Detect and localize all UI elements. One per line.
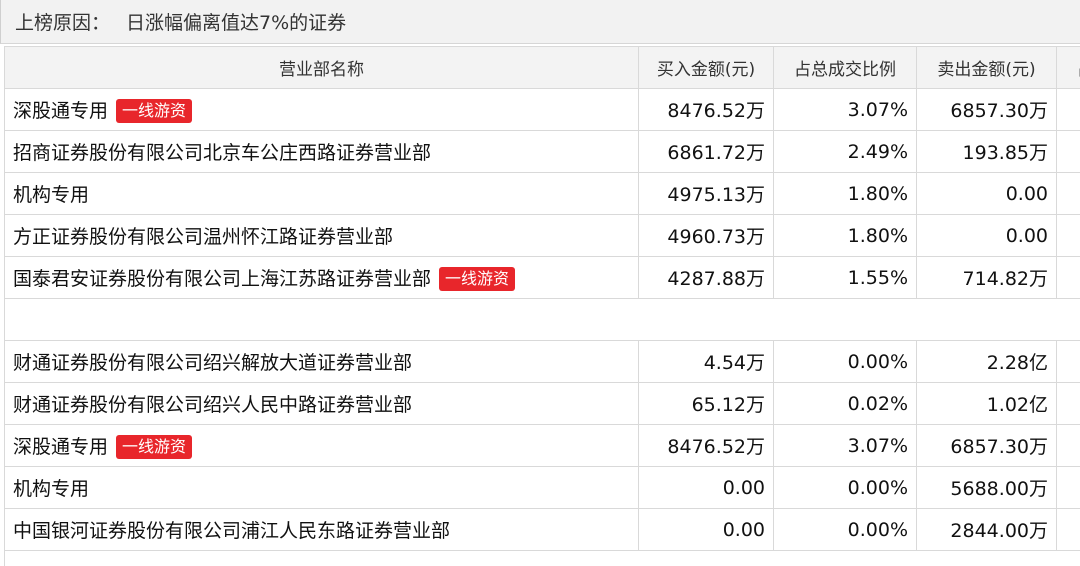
sell-ratio-cell (1056, 172, 1080, 215)
buy-amount-cell: 4287.88万 (638, 256, 774, 299)
table-row[interactable]: 深股通专用 一线游资 8476.52万 3.07% 6857.30万 (4, 88, 1080, 131)
buy-amount-cell: 0.00 (638, 466, 774, 509)
brokerage-name-cell[interactable]: 方正证券股份有限公司温州怀江路证券营业部 (4, 214, 639, 257)
brokerage-name-cell[interactable]: 深股通专用 一线游资 (4, 88, 639, 131)
buy-amount-cell: 8476.52万 (638, 424, 774, 467)
buy-ratio-cell: 0.00% (773, 340, 917, 383)
sell-ratio-cell (1056, 424, 1080, 467)
brokerage-name-cell[interactable]: 中国银河证券股份有限公司浦江人民东路证券营业部 (4, 508, 639, 551)
seat-list-page: 上榜原因： 日涨幅偏离值达7%的证券 营业部名称 买入金额(元) 占总成交比例 … (0, 0, 1080, 566)
buy-ratio-cell: 0.00% (773, 466, 917, 509)
section-spacer (4, 298, 1080, 341)
table-header-row: 营业部名称 买入金额(元) 占总成交比例 卖出金额(元) 占 (4, 46, 1080, 89)
buy-amount-cell: 65.12万 (638, 382, 774, 425)
buy-ratio-cell: 3.07% (773, 88, 917, 131)
brokerage-name-cell[interactable]: 财通证券股份有限公司绍兴人民中路证券营业部 (4, 382, 639, 425)
sell-ratio-cell (1056, 88, 1080, 131)
hot-money-tag: 一线游资 (116, 99, 193, 123)
reason-value: 日涨幅偏离值达7%的证券 (126, 12, 347, 34)
table-row[interactable]: 方正证券股份有限公司温州怀江路证券营业部 4960.73万 1.80% 0.00 (4, 214, 1080, 257)
sell-amount-cell: 0.00 (916, 214, 1057, 257)
sell-ratio-cell (1056, 382, 1080, 425)
sell-ratio-cell (1056, 130, 1080, 173)
sell-amount-cell: 6857.30万 (916, 88, 1057, 131)
sell-amount-cell: 714.82万 (916, 256, 1057, 299)
brokerage-name[interactable]: 中国银河证券股份有限公司浦江人民东路证券营业部 (13, 520, 450, 542)
sell-ratio-cell (1056, 256, 1080, 299)
buy-ratio-cell: 1.80% (773, 172, 917, 215)
table-row[interactable]: 机构专用 0.00 0.00% 5688.00万 (4, 466, 1080, 509)
brokerage-name-cell[interactable]: 招商证券股份有限公司北京车公庄西路证券营业部 (4, 130, 639, 173)
buy-amount-cell: 0.00 (638, 508, 774, 551)
table-left-border (4, 508, 5, 566)
table-row[interactable]: 深股通专用 一线游资 8476.52万 3.07% 6857.30万 (4, 424, 1080, 467)
brokerage-name-cell[interactable]: 国泰君安证券股份有限公司上海江苏路证券营业部 一线游资 (4, 256, 639, 299)
sell-ratio-cell (1056, 340, 1080, 383)
brokerage-name[interactable]: 深股通专用 (13, 436, 108, 458)
sell-amount-cell: 6857.30万 (916, 424, 1057, 467)
column-header-name[interactable]: 营业部名称 (4, 46, 639, 89)
table-row[interactable]: 招商证券股份有限公司北京车公庄西路证券营业部 6861.72万 2.49% 193.8… (4, 130, 1080, 173)
sell-amount-cell: 0.00 (916, 172, 1057, 215)
buy-amount-cell: 4960.73万 (638, 214, 774, 257)
brokerage-name[interactable]: 方正证券股份有限公司温州怀江路证券营业部 (13, 226, 393, 248)
sell-amount-cell: 2844.00万 (916, 508, 1057, 551)
brokerage-name[interactable]: 机构专用 (13, 478, 89, 500)
buy-ratio-cell: 1.55% (773, 256, 917, 299)
brokerage-name-cell[interactable]: 财通证券股份有限公司绍兴解放大道证券营业部 (4, 340, 639, 383)
sell-ratio-cell (1056, 466, 1080, 509)
column-header-sell[interactable]: 卖出金额(元) (916, 46, 1057, 89)
sell-ratio-cell (1056, 214, 1080, 257)
section-spacer-row (4, 298, 1080, 341)
buy-ratio-cell: 2.49% (773, 130, 917, 173)
brokerage-name[interactable]: 财通证券股份有限公司绍兴人民中路证券营业部 (13, 394, 412, 416)
brokerage-name-cell[interactable]: 机构专用 (4, 466, 639, 509)
brokerage-name[interactable]: 招商证券股份有限公司北京车公庄西路证券营业部 (13, 142, 431, 164)
brokerage-name[interactable]: 财通证券股份有限公司绍兴解放大道证券营业部 (13, 352, 412, 374)
sell-amount-cell: 1.02亿 (916, 382, 1057, 425)
buy-ratio-cell: 3.07% (773, 424, 917, 467)
table-row[interactable]: 机构专用 4975.13万 1.80% 0.00 (4, 172, 1080, 215)
brokerage-name[interactable]: 深股通专用 (13, 100, 108, 122)
brokerage-name[interactable]: 机构专用 (13, 184, 89, 206)
sell-amount-cell: 2.28亿 (916, 340, 1057, 383)
buy-amount-cell: 4975.13万 (638, 172, 774, 215)
table-row[interactable]: 中国银河证券股份有限公司浦江人民东路证券营业部 0.00 0.00% 2844.00万 (4, 508, 1080, 551)
buy-ratio-cell: 0.00% (773, 508, 917, 551)
table-row[interactable]: 国泰君安证券股份有限公司上海江苏路证券营业部 一线游资 4287.88万 1.55% 7… (4, 256, 1080, 299)
table-row[interactable]: 财通证券股份有限公司绍兴解放大道证券营业部 4.54万 0.00% 2.28亿 (4, 340, 1080, 383)
buy-ratio-cell: 1.80% (773, 214, 917, 257)
brokerage-name-cell[interactable]: 机构专用 (4, 172, 639, 215)
column-header-buy[interactable]: 买入金额(元) (638, 46, 774, 89)
sell-ratio-cell (1056, 508, 1080, 551)
table-row[interactable]: 财通证券股份有限公司绍兴人民中路证券营业部 65.12万 0.02% 1.02亿 (4, 382, 1080, 425)
sell-amount-cell: 193.85万 (916, 130, 1057, 173)
buy-ratio-cell: 0.02% (773, 382, 917, 425)
column-header-sell-ratio[interactable]: 占 (1056, 46, 1080, 89)
listing-reason-bar: 上榜原因： 日涨幅偏离值达7%的证券 (0, 0, 1080, 44)
buy-amount-cell: 6861.72万 (638, 130, 774, 173)
hot-money-tag: 一线游资 (116, 435, 193, 459)
buy-amount-cell: 8476.52万 (638, 88, 774, 131)
reason-label: 上榜原因： (15, 12, 111, 34)
brokerage-name[interactable]: 国泰君安证券股份有限公司上海江苏路证券营业部 (13, 268, 431, 290)
brokerage-table: 营业部名称 买入金额(元) 占总成交比例 卖出金额(元) 占 深股通专用一线游资… (4, 46, 1080, 551)
sell-amount-cell: 5688.00万 (916, 466, 1057, 509)
brokerage-name-cell[interactable]: 深股通专用 一线游资 (4, 424, 639, 467)
column-header-buy-ratio[interactable]: 占总成交比例 (773, 46, 917, 89)
buy-amount-cell: 4.54万 (638, 340, 774, 383)
hot-money-tag: 一线游资 (439, 267, 516, 291)
